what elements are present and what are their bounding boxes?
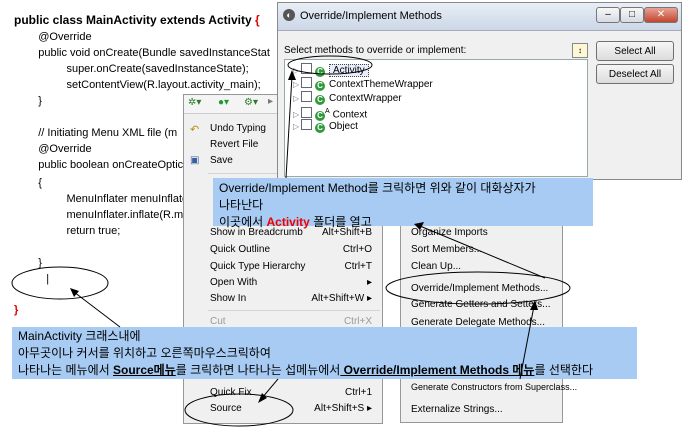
- cursor-highlight-ellipse: [11, 266, 109, 300]
- arrow-to-activity: [285, 75, 293, 179]
- arrow-to-override: [519, 305, 535, 380]
- arrow-head: [414, 222, 424, 230]
- annotation-overlay: [11, 55, 571, 427]
- arrow-head: [258, 393, 267, 403]
- source-highlight-ellipse: [184, 393, 294, 427]
- activity-highlight-ellipse: [287, 55, 373, 75]
- arrow-to-callout: [419, 225, 546, 279]
- arrow-head: [70, 288, 79, 297]
- arrow-to-cursor: [73, 291, 121, 328]
- arrow-to-source: [261, 378, 279, 399]
- arrow-head: [288, 70, 296, 80]
